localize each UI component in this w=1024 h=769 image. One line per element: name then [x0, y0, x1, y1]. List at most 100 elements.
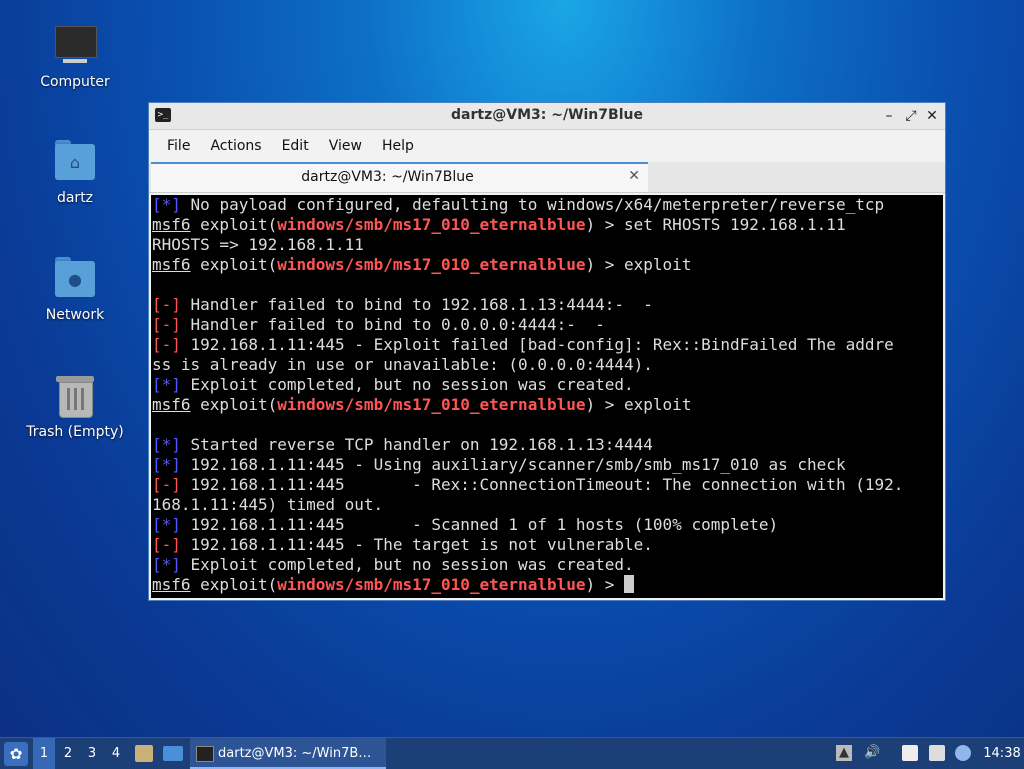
tab-close-icon[interactable]: ✕ [628, 168, 640, 184]
clock[interactable]: 14:38 [982, 738, 1022, 769]
desktop-icon-label: Network [45, 307, 105, 323]
menubar: File Actions Edit View Help [149, 130, 945, 162]
taskbar-task-terminal[interactable]: dartz@VM3: ~/Win7B… [190, 738, 386, 769]
terminal-output[interactable]: [*] No payload configured, defaulting to… [151, 195, 943, 598]
line-text: 192.168.1.11:445 - Scanned 1 of 1 hosts … [180, 515, 779, 534]
menu-help[interactable]: Help [372, 138, 424, 154]
workspace-4[interactable]: 4 [105, 738, 127, 769]
status-tag: [*] [152, 455, 181, 474]
command-text: exploit [624, 395, 692, 414]
prompt-exploit: exploit( [190, 395, 278, 414]
terminal-line: [*] Exploit completed, but no session wa… [152, 555, 943, 575]
terminal-line: [*] No payload configured, defaulting to… [152, 195, 943, 215]
window-titlebar[interactable]: >_ dartz@VM3: ~/Win7Blue – ⤢ ✕ [149, 103, 945, 130]
terminal-line: [*] Exploit completed, but no session wa… [152, 375, 943, 395]
menu-file[interactable]: File [157, 138, 200, 154]
trash-icon [53, 374, 97, 418]
status-tag: [-] [152, 475, 181, 494]
terminal-cursor [624, 575, 635, 593]
desktop-icon-network[interactable]: ● Network [20, 257, 130, 323]
home-folder-icon: ⌂ [53, 140, 97, 184]
terminal-line: msf6 exploit(windows/smb/ms17_010_eterna… [152, 575, 943, 595]
line-text: 168.1.11:445) timed out. [152, 495, 384, 514]
menu-edit[interactable]: Edit [272, 138, 319, 154]
file-manager-icon[interactable] [135, 745, 153, 762]
terminal-task-icon [196, 746, 214, 762]
status-tag: [-] [152, 315, 181, 334]
minimize-button[interactable]: – [879, 106, 899, 126]
workspace-2[interactable]: 2 [57, 738, 79, 769]
network-icon[interactable] [929, 745, 945, 761]
terminal-line: [-] 192.168.1.11:445 - Exploit failed [b… [152, 335, 943, 355]
status-tag: [*] [152, 375, 181, 394]
line-text: ss is already in use or unavailable: (0.… [152, 355, 653, 374]
line-text: Handler failed to bind to 192.168.1.13:4… [180, 295, 653, 314]
prompt-module: windows/smb/ms17_010_eternalblue [277, 395, 586, 414]
prompt-end: ) > [585, 215, 625, 234]
line-text: 192.168.1.11:445 - Using auxiliary/scann… [180, 455, 846, 474]
command-text: exploit [624, 255, 692, 274]
task-label: dartz@VM3: ~/Win7B… [218, 746, 372, 761]
volume-icon[interactable]: 🔊 [864, 745, 880, 761]
terminal-line: [*] 192.168.1.11:445 - Scanned 1 of 1 ho… [152, 515, 943, 535]
terminal-line: RHOSTS => 192.168.1.11 [152, 235, 943, 255]
terminal-line: [-] Handler failed to bind to 192.168.1.… [152, 295, 943, 315]
status-tag: [-] [152, 335, 181, 354]
clipboard-icon[interactable] [902, 745, 918, 761]
prompt-exploit: exploit( [190, 255, 278, 274]
line-text: Handler failed to bind to 0.0.0.0:4444:-… [180, 315, 605, 334]
status-tag: [*] [152, 435, 181, 454]
line-text: RHOSTS => 192.168.1.11 [152, 235, 364, 254]
terminal-line: [*] 192.168.1.11:445 - Using auxiliary/s… [152, 455, 943, 475]
window-title: dartz@VM3: ~/Win7Blue [451, 107, 643, 123]
workspace-3[interactable]: 3 [81, 738, 103, 769]
workspace-1[interactable]: 1 [33, 738, 55, 769]
show-desktop-icon[interactable] [163, 746, 183, 761]
status-tag: [-] [152, 535, 181, 554]
terminal-line: [-] Handler failed to bind to 0.0.0.0:44… [152, 315, 943, 335]
network-folder-icon: ● [53, 257, 97, 301]
line-text: No payload configured, defaulting to win… [180, 195, 885, 214]
terminal-line: [-] 192.168.1.11:445 - Rex::ConnectionTi… [152, 475, 943, 495]
desktop-icon-home[interactable]: ⌂ dartz [20, 140, 130, 206]
menu-view[interactable]: View [319, 138, 372, 154]
prompt-msf6: msf6 [152, 575, 191, 594]
status-tag: [-] [152, 295, 181, 314]
command-text: set RHOSTS 192.168.1.11 [624, 215, 846, 234]
terminal-line: msf6 exploit(windows/smb/ms17_010_eterna… [152, 255, 943, 275]
tray-app-icon[interactable]: ▲ [836, 745, 852, 761]
desktop-icon-trash[interactable]: Trash (Empty) [20, 374, 130, 440]
computer-icon [53, 24, 97, 68]
prompt-module: windows/smb/ms17_010_eternalblue [277, 575, 586, 594]
taskbar: ✿ 1 2 3 4 dartz@VM3: ~/Win7B… ▲ 🔊 14:38 [0, 737, 1024, 769]
tab-terminal[interactable]: dartz@VM3: ~/Win7Blue ✕ [151, 162, 648, 192]
start-menu-icon[interactable]: ✿ [4, 742, 28, 766]
menu-actions[interactable]: Actions [200, 138, 271, 154]
update-icon[interactable] [955, 745, 971, 761]
line-text: Exploit completed, but no session was cr… [180, 555, 634, 574]
terminal-line: msf6 exploit(windows/smb/ms17_010_eterna… [152, 215, 943, 235]
tab-label: dartz@VM3: ~/Win7Blue [301, 169, 474, 185]
maximize-button[interactable]: ⤢ [901, 106, 921, 126]
prompt-end: ) > [585, 395, 625, 414]
terminal-line: msf6 exploit(windows/smb/ms17_010_eterna… [152, 395, 943, 415]
terminal-line: [*] Started reverse TCP handler on 192.1… [152, 435, 943, 455]
prompt-end: ) > [585, 255, 625, 274]
line-text: 192.168.1.11:445 - The target is not vul… [180, 535, 653, 554]
prompt-msf6: msf6 [152, 395, 191, 414]
line-text: 192.168.1.11:445 - Exploit failed [bad-c… [180, 335, 894, 354]
close-button[interactable]: ✕ [922, 106, 942, 126]
status-tag: [*] [152, 555, 181, 574]
prompt-msf6: msf6 [152, 255, 191, 274]
line-text: 192.168.1.11:445 - Rex::ConnectionTimeou… [180, 475, 904, 494]
tab-bar: dartz@VM3: ~/Win7Blue ✕ [149, 162, 945, 193]
status-tag: [*] [152, 195, 181, 214]
prompt-exploit: exploit( [190, 575, 278, 594]
terminal-line: 168.1.11:445) timed out. [152, 495, 943, 515]
desktop-icon-label: dartz [56, 190, 94, 206]
desktop-icon-label: Trash (Empty) [26, 424, 124, 440]
desktop-icon-computer[interactable]: Computer [20, 24, 130, 90]
line-text: Started reverse TCP handler on 192.168.1… [180, 435, 653, 454]
